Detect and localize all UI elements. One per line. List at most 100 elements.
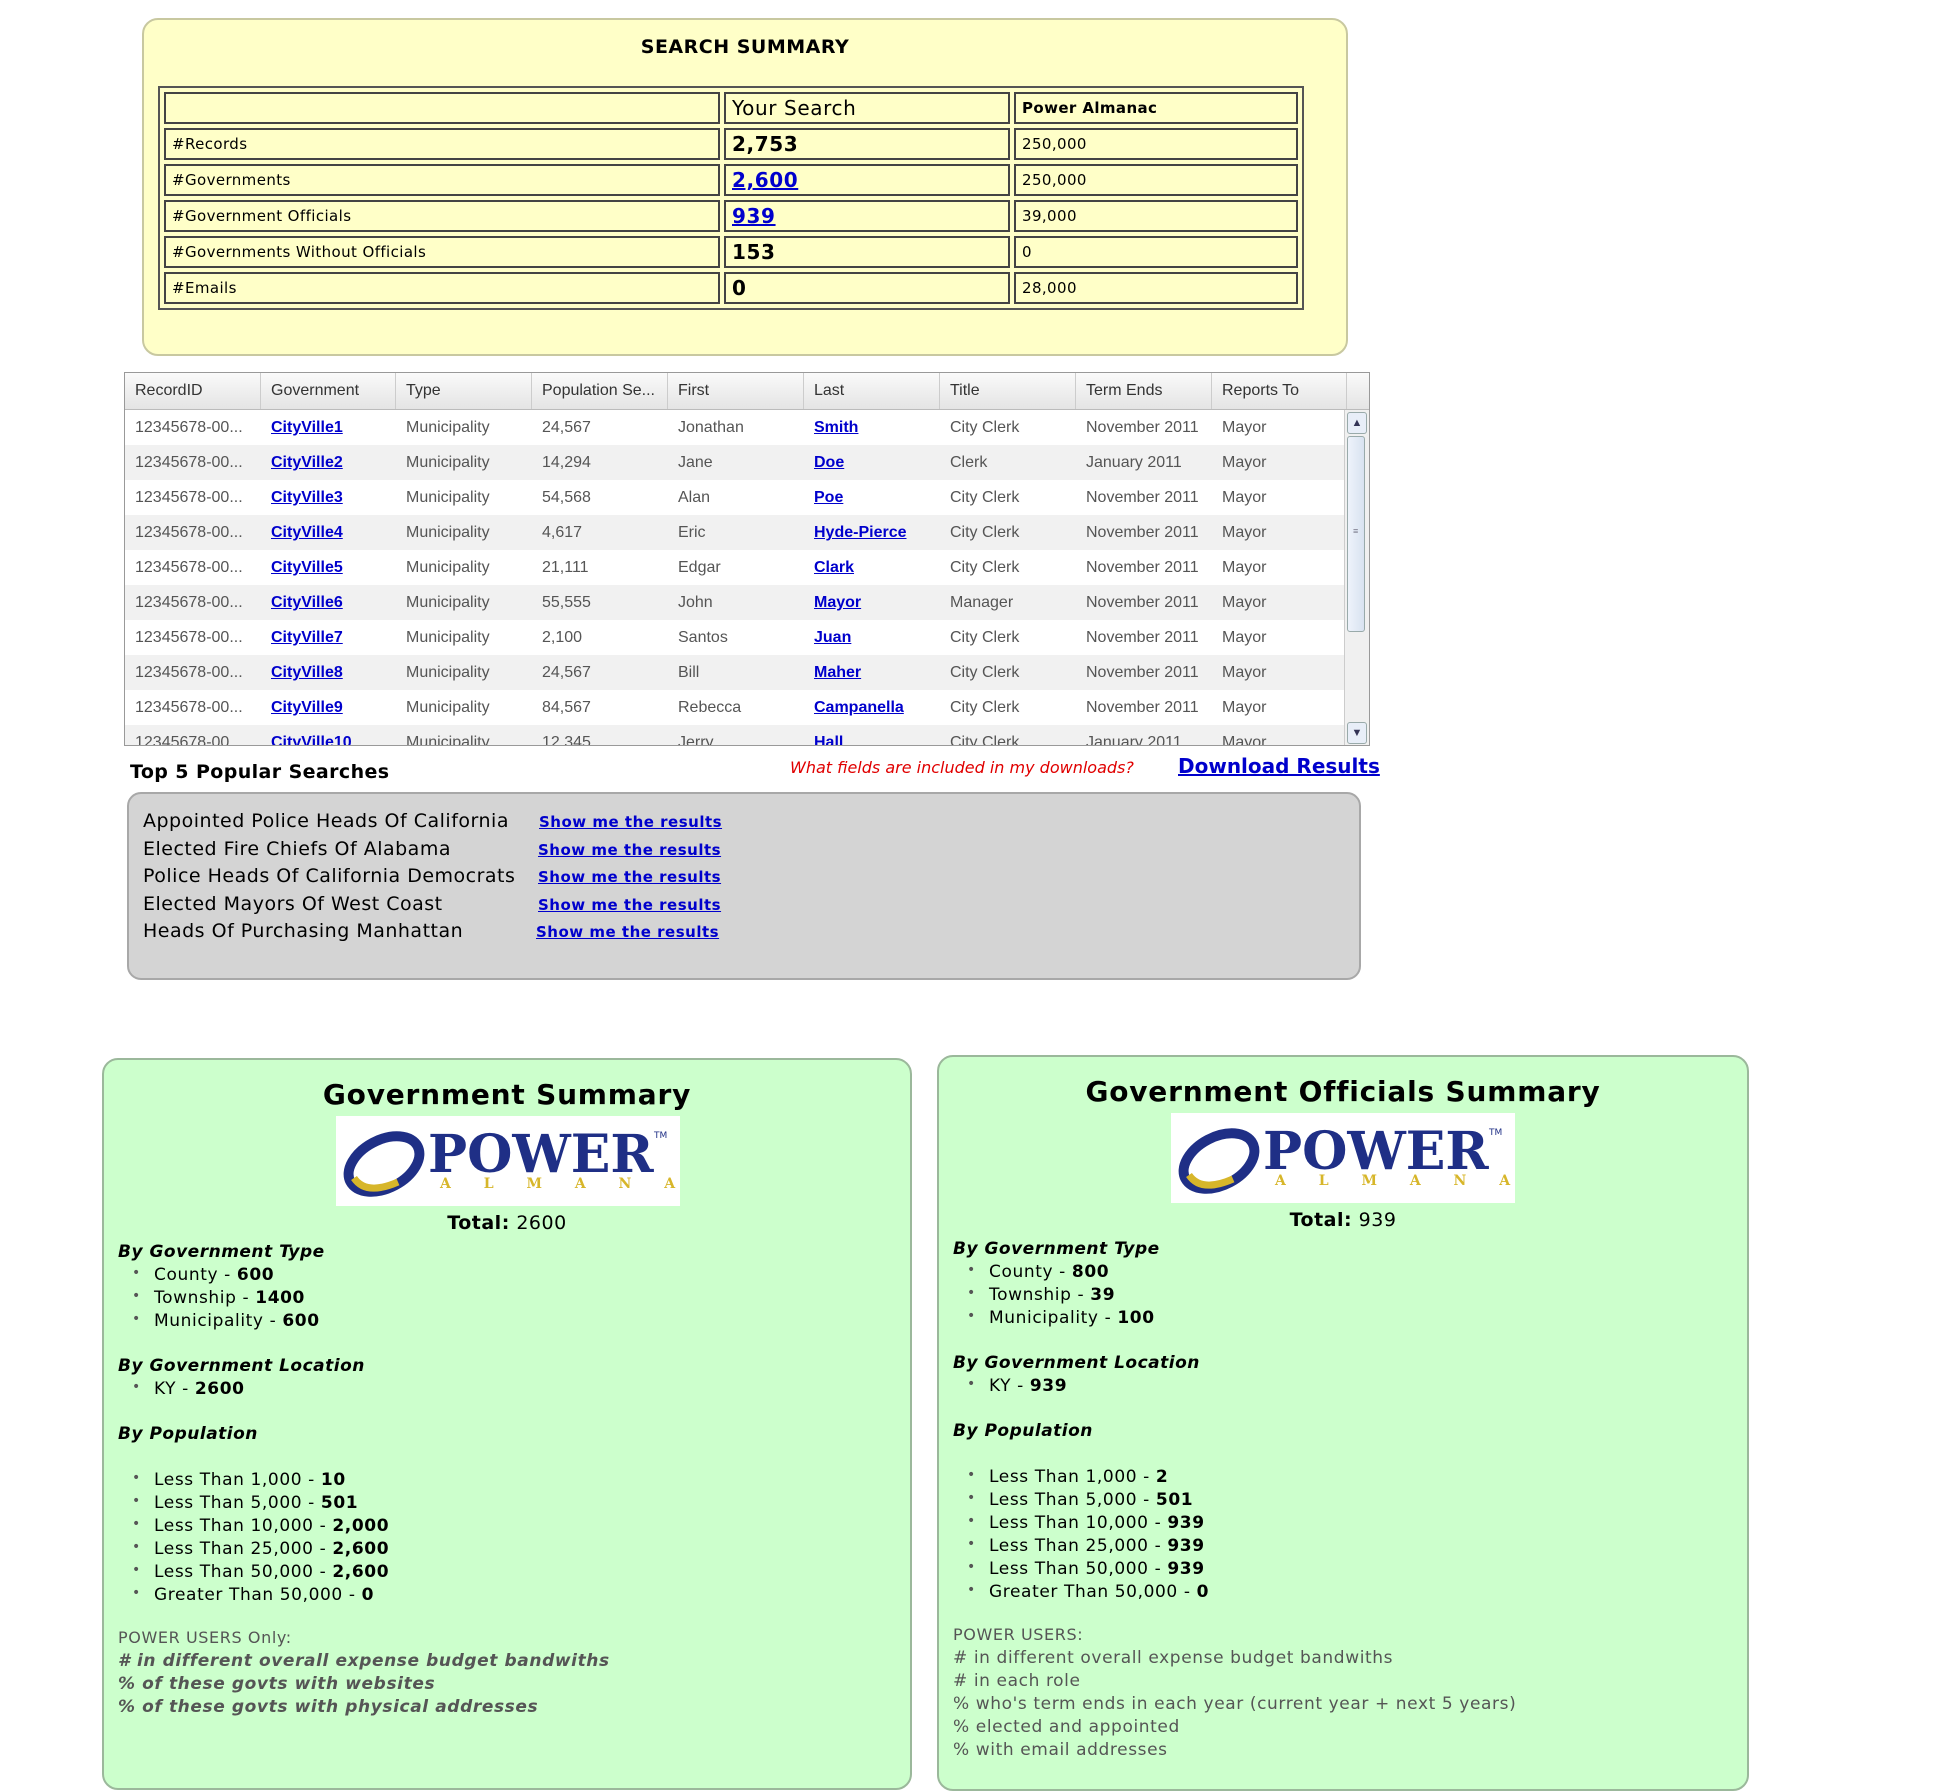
government-link[interactable]: CityVille9 [261,690,396,725]
chevron-up-icon[interactable]: ▲ [1347,412,1367,434]
column-header-recordid[interactable]: RecordID [125,373,261,409]
table-cell: 12345678-00... [135,489,243,506]
table-cell: Municipality [406,734,490,746]
government-link[interactable]: CityVille2 [261,445,396,480]
table-cell: November 2011 [1086,699,1199,716]
grid-header: RecordID Government Type Population Se... Fi… [125,373,1369,410]
show-results-link[interactable]: Show me the results [538,868,721,886]
show-results-link[interactable]: Show me the results [539,813,722,831]
table-cell: Mayor [1222,699,1267,716]
last-name-link[interactable]: Maher [804,655,940,690]
government-link[interactable]: CityVille7 [261,620,396,655]
table-row[interactable]: 12345678-00... CityVille1 Municipality 24,5… [125,410,1347,445]
grid-scrollbar[interactable]: ▲ ≡ ▼ [1344,410,1369,745]
column-header-last[interactable]: Last [804,373,940,409]
table-row[interactable]: 12345678-00... CityVille7 Municipality 2,10… [125,620,1347,655]
table-row[interactable]: 12345678-00... CityVille6 Municipality 55,5… [125,585,1347,620]
government-link[interactable]: CityVille6 [261,585,396,620]
last-name-link[interactable]: Juan [804,620,940,655]
governments-count-link[interactable]: 2,600 [732,168,798,192]
government-link[interactable]: CityVille10 [261,725,396,745]
population-item: Less Than 50,000 - 939 [967,1559,1205,1579]
power-users-item: % with email addresses [953,1740,1168,1760]
government-link[interactable]: CityVille5 [261,550,396,585]
table-cell: Jonathan [678,419,744,436]
last-name-link[interactable]: Clark [804,550,940,585]
last-name-link[interactable]: Smith [804,410,940,445]
summary-header-blank [164,92,720,124]
download-results-link[interactable]: Download Results [1178,754,1380,778]
summary-row-your-search: 0 [724,272,1010,304]
chevron-down-icon[interactable]: ▼ [1347,722,1367,744]
column-header-government[interactable]: Government [261,373,396,409]
column-header-population-se[interactable]: Population Se... [532,373,668,409]
table-row[interactable]: 12345678-00... CityVille10 Municipality 12,… [125,725,1347,746]
last-name-link[interactable]: Campanella [804,690,940,725]
by-location-heading: By Government Location [118,1356,365,1376]
search-summary-table: Your Search Power Almanac #Records 2,753… [158,86,1304,310]
power-users-item: % of these govts with physical addresses [118,1697,539,1717]
population-item: Greater Than 50,000 - 0 [967,1582,1209,1602]
popular-searches-panel: Appointed Police Heads Of California Sho… [127,792,1361,980]
last-name-link[interactable]: Mayor [804,585,940,620]
summary-row-label: #Emails [164,272,720,304]
government-link[interactable]: CityVille3 [261,480,396,515]
last-name-link[interactable]: Hyde-Pierce [804,515,940,550]
column-header-reports-to[interactable]: Reports To [1212,373,1347,409]
officials-total: Total: 939 [939,1209,1747,1231]
grid-body: 12345678-00... CityVille1 Municipality 24,5… [125,410,1347,746]
table-cell: Alan [678,489,711,506]
fields-included-link[interactable]: What fields are included in my downloads… [790,758,1134,777]
last-name-link[interactable]: Doe [804,445,940,480]
show-results-link[interactable]: Show me the results [538,896,721,914]
type-item: Township - 39 [967,1285,1115,1305]
grip-icon: ≡ [1353,526,1359,536]
last-name-link[interactable]: Poe [804,480,940,515]
last-name-link[interactable]: Hall [804,725,940,745]
table-cell: Mayor [1222,489,1267,506]
table-row[interactable]: 12345678-00... CityVille5 Municipality 21,1… [125,550,1347,585]
table-cell: November 2011 [1086,524,1199,541]
table-cell: 2,100 [542,629,583,646]
population-item: Less Than 5,000 - 501 [967,1490,1193,1510]
column-header-type[interactable]: Type [396,373,532,409]
table-cell: 12345678-00... [135,594,243,611]
show-results-link[interactable]: Show me the results [538,841,721,859]
table-row[interactable]: 12345678-00... CityVille3 Municipality 54,5… [125,480,1347,515]
power-users-heading: POWER USERS Only: [118,1628,292,1647]
table-cell: November 2011 [1086,559,1199,576]
scrollbar-thumb[interactable]: ≡ [1347,436,1365,632]
population-item: Less Than 25,000 - 2,600 [132,1539,389,1559]
table-cell: 12345678-00... [135,559,243,576]
officials-count-link[interactable]: 939 [732,204,776,228]
table-row[interactable]: 12345678-00... CityVille9 Municipality 84,5… [125,690,1347,725]
table-cell: 84,567 [542,699,591,716]
officials-summary-title: Government Officials Summary [1085,1075,1601,1108]
table-cell: Municipality [406,454,490,471]
column-header-first[interactable]: First [668,373,804,409]
table-row[interactable]: 12345678-00... CityVille8 Municipality 24,5… [125,655,1347,690]
table-cell: Mayor [1222,419,1267,436]
table-cell: City Clerk [950,734,1020,746]
table-cell: Mayor [1222,629,1267,646]
summary-row-power-almanac: 39,000 [1014,200,1298,232]
power-almanac-logo: POWER TM A L M A N A C [1171,1113,1515,1203]
type-item: Township - 1400 [132,1288,305,1308]
column-header-term-ends[interactable]: Term Ends [1076,373,1212,409]
power-users-item: % elected and appointed [953,1717,1180,1737]
summary-row-power-almanac: 250,000 [1014,128,1298,160]
table-row[interactable]: 12345678-00... CityVille2 Municipality 14,2… [125,445,1347,480]
column-header-title[interactable]: Title [940,373,1076,409]
table-row[interactable]: 12345678-00... CityVille4 Municipality 4,61… [125,515,1347,550]
table-cell: Municipality [406,699,490,716]
summary-row-label: #Governments [164,164,720,196]
show-results-link[interactable]: Show me the results [536,923,719,941]
location-item: KY - 939 [967,1376,1067,1396]
total-value: 2600 [516,1212,567,1234]
government-link[interactable]: CityVille4 [261,515,396,550]
population-item: Less Than 1,000 - 10 [132,1470,346,1490]
table-cell: January 2011 [1086,734,1182,746]
government-link[interactable]: CityVille8 [261,655,396,690]
table-cell: 54,568 [542,489,591,506]
government-link[interactable]: CityVille1 [261,410,396,445]
